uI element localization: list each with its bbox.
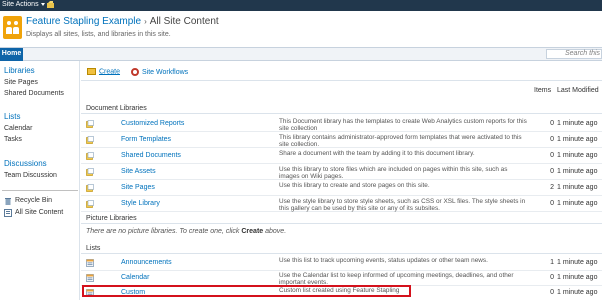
- top-nav-bar: Home Search this: [0, 47, 602, 61]
- all-site-content-icon: [4, 209, 12, 217]
- page-header: Feature Stapling Example › All Site Conten…: [0, 11, 602, 47]
- nav-item-tasks[interactable]: Tasks: [4, 136, 22, 143]
- table-row[interactable]: Style Library Use the style library to st…: [81, 197, 602, 212]
- nav-item-team-discussion[interactable]: Team Discussion: [4, 172, 57, 179]
- column-header-items[interactable]: Items: [534, 87, 551, 94]
- row-item-count: 0: [550, 152, 554, 159]
- document-library-icon: [86, 168, 94, 176]
- row-name-link[interactable]: Style Library: [121, 200, 160, 207]
- document-library-icon: [86, 136, 94, 144]
- table-row[interactable]: Customized Reports This Document library …: [81, 117, 602, 132]
- search-input[interactable]: Search this: [546, 49, 602, 59]
- section-picture-libraries: Picture Libraries: [81, 214, 602, 224]
- table-row[interactable]: Site Assets Use this library to store fil…: [81, 165, 602, 180]
- site-workflows-label: Site Workflows: [142, 68, 189, 76]
- row-name-link[interactable]: Calendar: [121, 274, 149, 281]
- row-last-modified: 1 minute ago: [557, 136, 598, 143]
- toolbar: Create Site Workflows: [81, 61, 602, 81]
- site-actions-label: Site Actions: [2, 1, 39, 8]
- nav-item-calendar[interactable]: Calendar: [4, 125, 32, 132]
- picture-libraries-empty-message: There are no picture libraries. To creat…: [86, 228, 286, 235]
- row-description: This Document library has the templates …: [279, 118, 527, 132]
- row-item-count: 0: [550, 289, 554, 296]
- create-button[interactable]: Create: [87, 68, 120, 75]
- row-item-count: 0: [550, 274, 554, 281]
- row-last-modified: 1 minute ago: [557, 168, 598, 175]
- navigate-up-icon[interactable]: [47, 1, 55, 9]
- row-last-modified: 1 minute ago: [557, 200, 598, 207]
- nav-heading-discussions[interactable]: Discussions: [4, 159, 47, 168]
- row-name-link[interactable]: Customized Reports: [121, 120, 184, 127]
- row-name-link[interactable]: Site Pages: [121, 184, 155, 191]
- row-name-link[interactable]: Announcements: [121, 259, 172, 266]
- document-library-icon: [86, 120, 94, 128]
- document-library-icon: [86, 200, 94, 208]
- nav-item-recycle-bin[interactable]: Recycle Bin: [15, 197, 52, 204]
- row-item-count: 0: [550, 136, 554, 143]
- empty-text-before: There are no picture libraries. To creat…: [86, 228, 242, 235]
- recycle-bin-icon: [5, 198, 11, 205]
- nav-item-shared-documents[interactable]: Shared Documents: [4, 90, 64, 97]
- row-description: Use this library to store files which ar…: [279, 166, 508, 180]
- site-workflows-button[interactable]: Site Workflows: [131, 68, 188, 76]
- highlight-box: [82, 285, 411, 297]
- table-row[interactable]: Site Pages Use this library to create and…: [81, 181, 602, 196]
- quick-launch: Libraries Site Pages Shared Documents Li…: [0, 61, 80, 300]
- nav-item-site-pages[interactable]: Site Pages: [4, 79, 38, 86]
- list-icon: [86, 259, 94, 267]
- breadcrumb-site-link[interactable]: Feature Stapling Example: [26, 16, 141, 27]
- table-row[interactable]: Shared Documents Share a document with th…: [81, 149, 602, 164]
- site-actions-menu[interactable]: Site Actions: [2, 1, 45, 8]
- document-library-icon: [86, 184, 94, 192]
- nav-item-all-site-content[interactable]: All Site Content: [15, 209, 63, 216]
- row-description: Use this list to track upcoming events, …: [279, 257, 488, 264]
- row-last-modified: 1 minute ago: [557, 274, 598, 281]
- table-row[interactable]: Announcements Use this list to track upco…: [81, 256, 602, 271]
- section-lists: Lists: [81, 244, 602, 254]
- row-item-count: 2: [550, 184, 554, 191]
- row-last-modified: 1 minute ago: [557, 184, 598, 191]
- row-item-count: 1: [550, 259, 554, 266]
- document-library-icon: [86, 152, 94, 160]
- table-row[interactable]: Form Templates This library contains admi…: [81, 133, 602, 148]
- row-description: Use the style library to store style she…: [279, 198, 526, 212]
- workflow-icon: [131, 68, 139, 76]
- page-title: All Site Content: [149, 16, 219, 27]
- row-last-modified: 1 minute ago: [557, 152, 598, 159]
- row-last-modified: 1 minute ago: [557, 289, 598, 296]
- list-icon: [86, 274, 94, 282]
- section-document-libraries: Document Libraries: [81, 104, 602, 114]
- breadcrumb: Feature Stapling Example › All Site Conten…: [26, 16, 219, 27]
- nav-heading-libraries[interactable]: Libraries: [4, 66, 35, 75]
- empty-text-after: above.: [263, 228, 287, 235]
- row-description: Use this library to create and store pag…: [279, 182, 430, 189]
- ribbon-top-bar: Site Actions: [0, 0, 602, 11]
- chevron-down-icon: [40, 2, 45, 6]
- page-description: Displays all sites, lists, and libraries…: [26, 31, 171, 38]
- row-item-count: 0: [550, 168, 554, 175]
- row-item-count: 0: [550, 200, 554, 207]
- tab-home[interactable]: Home: [0, 48, 23, 61]
- row-last-modified: 1 minute ago: [557, 259, 598, 266]
- nav-heading-lists[interactable]: Lists: [4, 112, 20, 121]
- row-description: Share a document with the team by adding…: [279, 150, 475, 157]
- create-label: Create: [99, 68, 121, 76]
- row-name-link[interactable]: Site Assets: [121, 168, 156, 175]
- empty-create-link[interactable]: Create: [241, 228, 263, 235]
- row-description: This library contains administrator-appr…: [279, 134, 522, 148]
- create-icon: [87, 68, 96, 75]
- row-name-link[interactable]: Form Templates: [121, 136, 171, 143]
- nav-divider: [2, 190, 78, 191]
- row-name-link[interactable]: Shared Documents: [121, 152, 181, 159]
- column-header-last-modified[interactable]: Last Modified: [557, 87, 599, 94]
- row-description: Use the Calendar list to keep informed o…: [279, 272, 514, 286]
- site-logo-icon: [3, 16, 22, 39]
- table-row[interactable]: Calendar Use the Calendar list to keep in…: [81, 271, 602, 286]
- row-last-modified: 1 minute ago: [557, 120, 598, 127]
- breadcrumb-separator: ›: [144, 17, 147, 26]
- main-content: Create Site Workflows Items Last Modifie…: [81, 61, 602, 300]
- row-item-count: 0: [550, 120, 554, 127]
